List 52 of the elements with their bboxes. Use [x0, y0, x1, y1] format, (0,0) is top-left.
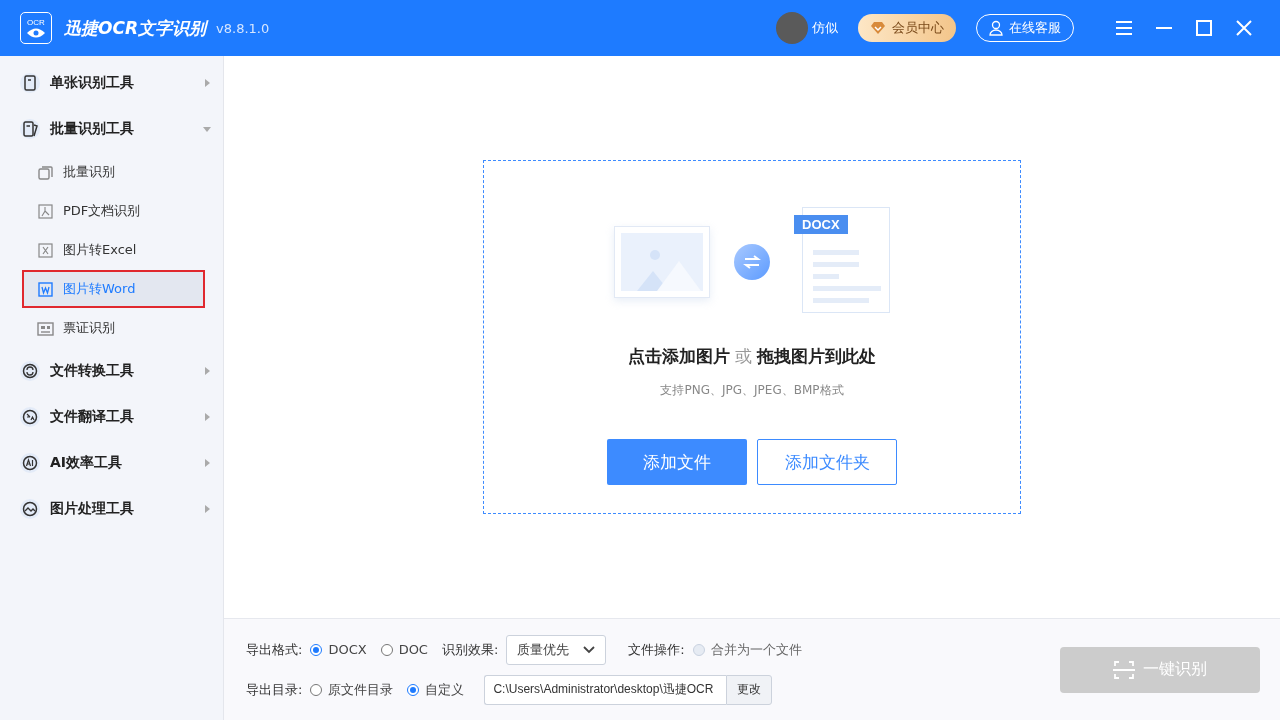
version-label: v8.8.1.0	[216, 20, 270, 36]
convert-tool-icon	[20, 361, 40, 381]
effect-dropdown[interactable]: 质量优先	[506, 634, 607, 665]
sidebar-item[interactable]: 批量识别	[22, 153, 205, 191]
menu-icon[interactable]	[1115, 20, 1133, 36]
sidebar-item[interactable]: 图片转Excel	[22, 231, 205, 269]
caret-icon	[203, 125, 211, 133]
sidebar-group[interactable]: AI效率工具	[0, 440, 223, 486]
sidebar-item[interactable]: PDF文档识别	[22, 192, 205, 230]
maximize-icon[interactable]	[1196, 20, 1212, 36]
format-label: 导出格式:	[246, 640, 303, 659]
vip-center-button[interactable]: 会员中心	[858, 14, 956, 42]
sidebar-group[interactable]: 图片处理工具	[0, 486, 223, 532]
format-hint: 支持PNG、JPG、JPEG、BMP格式	[660, 382, 844, 399]
user-name[interactable]: 仿似	[812, 19, 838, 37]
close-icon[interactable]	[1236, 20, 1252, 36]
effect-label: 识别效果:	[441, 640, 499, 659]
app-logo: OCR	[20, 12, 52, 44]
minimize-icon[interactable]	[1156, 26, 1172, 30]
excel-file-icon	[36, 240, 55, 260]
docs-tool-icon	[20, 119, 40, 139]
pdf-file-icon	[36, 201, 55, 221]
directory-radio[interactable]: 原文件目录	[310, 680, 394, 699]
caret-icon	[203, 413, 211, 421]
sidebar-group[interactable]: 批量识别工具	[0, 106, 223, 152]
swap-arrows-icon	[743, 255, 761, 269]
format-radio[interactable]: DOCX	[310, 642, 367, 657]
caret-icon	[203, 79, 211, 87]
ai-tool-icon	[20, 453, 40, 473]
app-title: 迅捷OCR文字识别	[64, 16, 207, 40]
format-radio[interactable]: DOC	[380, 642, 428, 657]
scan-icon	[1113, 659, 1135, 680]
sidebar-group[interactable]: 单张识别工具	[0, 60, 223, 106]
directory-label: 导出目录:	[246, 680, 303, 699]
caret-icon	[203, 505, 211, 513]
diamond-icon	[870, 21, 886, 35]
caret-icon	[203, 459, 211, 467]
change-button[interactable]: 更改	[726, 674, 773, 705]
person-icon	[989, 20, 1003, 36]
translate-tool-icon	[20, 407, 40, 427]
sidebar-group[interactable]: 文件转换工具	[0, 348, 223, 394]
sidebar-group[interactable]: 文件翻译工具	[0, 394, 223, 440]
caret-icon	[203, 367, 211, 375]
drop-instruction: 点击添加图片 或 拖拽图片到此处	[627, 345, 877, 368]
word-file-icon	[36, 279, 55, 299]
chevron-down-icon	[583, 645, 596, 654]
path-field[interactable]: C:\Users\Administrator\desktop\迅捷OCR	[484, 674, 727, 705]
image-tool-icon	[20, 499, 40, 519]
doc-tool-icon	[20, 73, 40, 93]
sidebar-item[interactable]: 票证识别	[22, 309, 205, 347]
directory-radio[interactable]: 自定义	[407, 680, 465, 699]
operation-label: 文件操作:	[628, 640, 685, 659]
